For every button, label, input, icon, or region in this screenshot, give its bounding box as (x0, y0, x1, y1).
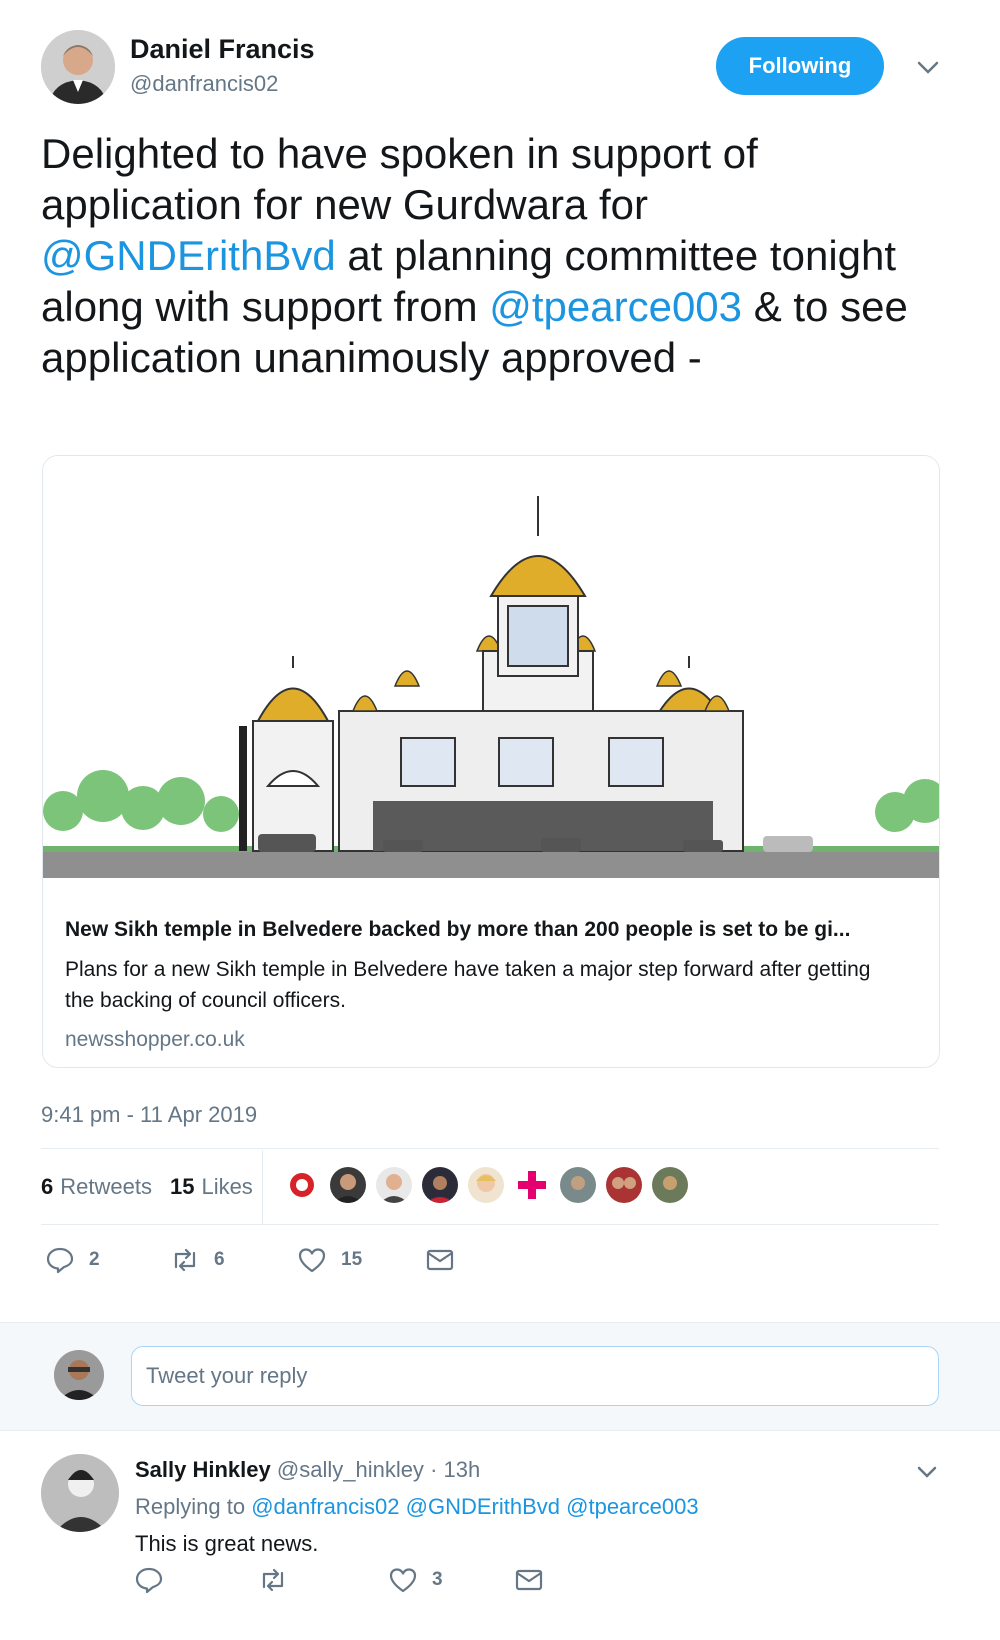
divider (262, 1150, 263, 1224)
liker-avatar[interactable] (560, 1167, 596, 1203)
reply-author-avatar[interactable] (41, 1454, 119, 1532)
like-button[interactable]: 15 (297, 1245, 362, 1275)
current-user-avatar (54, 1350, 104, 1400)
author-avatar[interactable] (41, 30, 115, 104)
retweet-icon (262, 1568, 284, 1592)
card-title[interactable]: New Sikh temple in Belvedere backed by m… (65, 918, 925, 942)
retweets-label: Retweets (60, 1174, 152, 1199)
retweets-stat[interactable]: 6 Retweets (41, 1174, 152, 1200)
divider (41, 1148, 939, 1149)
retweet-icon (174, 1248, 196, 1272)
liker-avatar[interactable] (284, 1167, 320, 1203)
liker-avatar[interactable] (468, 1167, 504, 1203)
mention-link[interactable]: @tpearce003 (566, 1494, 698, 1519)
retweet-count: 6 (214, 1249, 225, 1270)
like-count: 3 (432, 1569, 443, 1590)
tweet-text: Delighted to have spoken in support of a… (41, 128, 941, 383)
reply-text: This is great news. (135, 1531, 319, 1556)
reply-header: Sally Hinkley @sally_hinkley · 13h (135, 1457, 480, 1483)
likes-label: Likes (201, 1174, 253, 1199)
chevron-down-icon[interactable] (914, 56, 942, 78)
card-image (43, 456, 939, 901)
tweet-stats: 6 Retweets 15 Likes (41, 1150, 253, 1224)
chevron-down-icon[interactable] (914, 1462, 940, 1482)
likes-count: 15 (169, 1174, 195, 1199)
mention-link[interactable]: @danfrancis02 (251, 1494, 399, 1519)
likes-stat[interactable]: 15 Likes (170, 1174, 253, 1200)
author-handle[interactable]: @danfrancis02 (130, 71, 278, 97)
reply-button[interactable]: 2 (45, 1245, 100, 1275)
liker-avatar[interactable] (652, 1167, 688, 1203)
replying-to: Replying to @danfrancis02 @GNDErithBvd @… (135, 1494, 699, 1520)
reply-icon (135, 1567, 163, 1594)
liker-avatars (284, 1167, 688, 1203)
reply-author-handle[interactable]: @sally_hinkley (277, 1457, 424, 1482)
reply-input[interactable] (131, 1346, 939, 1406)
direct-message-button[interactable] (425, 1245, 455, 1275)
heart-icon (298, 1248, 326, 1273)
liker-avatar[interactable] (514, 1167, 550, 1203)
like-button[interactable]: 3 (388, 1565, 443, 1595)
mail-icon (515, 1569, 543, 1591)
liker-avatar[interactable] (606, 1167, 642, 1203)
divider (41, 1224, 939, 1225)
mention-link[interactable]: @GNDErithBvd (406, 1494, 560, 1519)
reply-button[interactable] (134, 1565, 164, 1595)
direct-message-button[interactable] (514, 1565, 544, 1595)
retweets-count: 6 (41, 1174, 54, 1199)
card-domain: newsshopper.co.uk (65, 1028, 245, 1051)
reply-time[interactable]: · 13h (430, 1457, 480, 1482)
reply-icon (46, 1247, 74, 1274)
retweet-button[interactable] (258, 1565, 288, 1595)
following-button[interactable]: Following (716, 37, 884, 95)
liker-avatar[interactable] (376, 1167, 412, 1203)
mention-link[interactable]: @GNDErithBvd (41, 232, 336, 279)
tweet-text-part: Delighted to have spoken in support of a… (41, 130, 758, 228)
replying-to-label: Replying to (135, 1494, 246, 1519)
mail-icon (426, 1249, 454, 1271)
reply-count: 2 (89, 1249, 100, 1270)
heart-icon (389, 1568, 417, 1593)
link-card[interactable]: New Sikh temple in Belvedere backed by m… (42, 455, 940, 1068)
liker-avatar[interactable] (330, 1167, 366, 1203)
author-name[interactable]: Daniel Francis (130, 34, 315, 65)
mention-link[interactable]: @tpearce003 (489, 283, 742, 330)
card-description: Plans for a new Sikh temple in Belvedere… (65, 958, 871, 1012)
liker-avatar[interactable] (422, 1167, 458, 1203)
like-count: 15 (341, 1249, 363, 1270)
tweet-timestamp[interactable]: 9:41 pm - 11 Apr 2019 (41, 1102, 257, 1128)
reply-author-name[interactable]: Sally Hinkley (135, 1457, 271, 1482)
retweet-button[interactable]: 6 (170, 1245, 225, 1275)
